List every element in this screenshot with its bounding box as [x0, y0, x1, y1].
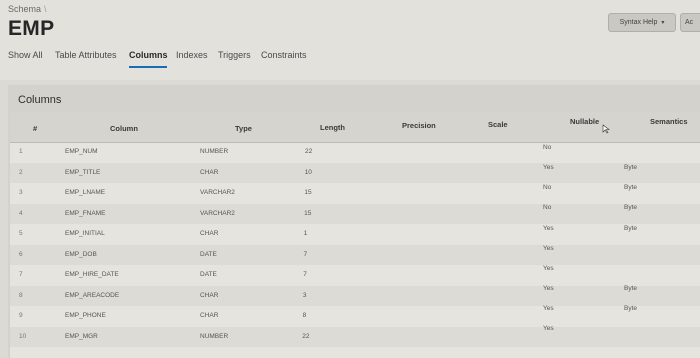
- table-row[interactable]: 10 EMP_MGR NUMBER 22 Yes: [10, 325, 700, 347]
- type-cell: CHAR: [200, 230, 219, 237]
- column-name-cell: EMP_AREACODE: [65, 291, 120, 299]
- type-cell: VARCHAR2: [200, 189, 235, 196]
- tab-columns[interactable]: Columns: [129, 50, 168, 60]
- nullable-cell: Yes: [543, 164, 554, 172]
- length-cell: 15: [304, 209, 312, 217]
- ac-button[interactable]: Ac: [680, 13, 700, 32]
- column-name-cell: EMP_NUM: [65, 148, 98, 155]
- breadcrumb-separator-icon: \: [44, 4, 47, 14]
- section-title: Columns: [18, 94, 62, 106]
- length-cell: 22: [305, 148, 313, 155]
- tab-table-attributes[interactable]: Table Attributes: [55, 50, 117, 60]
- column-name-cell: EMP_TITLE: [65, 168, 101, 176]
- row-number: 4: [19, 209, 23, 217]
- type-cell: NUMBER: [200, 148, 229, 155]
- table-row[interactable]: 7 EMP_HIRE_DATE DATE 7 Yes: [10, 265, 700, 285]
- table-row[interactable]: 3 EMP_LNAME VARCHAR2 15 No Byte: [10, 183, 700, 203]
- nullable-cell: Yes: [543, 325, 554, 333]
- column-name-cell: EMP_HIRE_DATE: [65, 271, 119, 278]
- tab-triggers[interactable]: Triggers: [218, 50, 251, 60]
- type-cell: CHAR: [200, 168, 219, 176]
- type-cell: CHAR: [200, 312, 219, 319]
- length-cell: 22: [302, 332, 310, 340]
- length-cell: 15: [304, 189, 312, 196]
- column-name-cell: EMP_LNAME: [65, 189, 106, 196]
- row-number: 5: [19, 230, 23, 237]
- semantics-cell: Byte: [624, 204, 638, 212]
- table-row[interactable]: 6 EMP_DOB DATE 7 Yes: [10, 244, 700, 265]
- tab-indexes[interactable]: Indexes: [176, 50, 208, 60]
- row-number: 6: [19, 250, 23, 258]
- header-bar: [0, 0, 700, 80]
- syntax-help-button[interactable]: Syntax Help ▾: [608, 13, 676, 32]
- column-name-cell: EMP_INITIAL: [65, 230, 105, 237]
- table-row[interactable]: 4 EMP_FNAME VARCHAR2 15 No Byte: [10, 203, 700, 224]
- type-cell: CHAR: [200, 291, 219, 299]
- row-number: 9: [19, 312, 23, 319]
- nullable-cell: No: [543, 204, 552, 212]
- table-row[interactable]: 5 EMP_INITIAL CHAR 1 Yes Byte: [10, 224, 700, 244]
- row-number: 7: [19, 271, 23, 278]
- chevron-down-icon: ▾: [661, 20, 665, 26]
- tab-show-all[interactable]: Show All: [8, 50, 43, 60]
- row-number: 2: [19, 168, 23, 176]
- mouse-pointer-icon: [602, 124, 610, 134]
- semantics-cell: Byte: [624, 305, 638, 313]
- nullable-cell: Yes: [543, 305, 554, 313]
- row-number: 10: [19, 332, 27, 340]
- nullable-cell: Yes: [543, 285, 554, 293]
- semantics-cell: Byte: [624, 184, 638, 192]
- length-cell: 7: [303, 250, 308, 258]
- row-number: 8: [19, 291, 23, 299]
- type-cell: NUMBER: [200, 332, 229, 340]
- length-cell: 1: [303, 230, 308, 237]
- row-number: 1: [19, 148, 23, 155]
- nullable-cell: Yes: [543, 264, 554, 272]
- ac-button-label: Ac: [685, 19, 694, 26]
- length-cell: 7: [303, 271, 307, 278]
- semantics-cell: Byte: [624, 285, 638, 293]
- nullable-cell: Yes: [543, 224, 554, 232]
- type-cell: VARCHAR2: [200, 209, 235, 217]
- active-tab-indicator: [129, 66, 167, 68]
- column-name-cell: EMP_DOB: [65, 250, 97, 258]
- page-title: EMP: [8, 17, 55, 40]
- nullable-cell: Yes: [543, 244, 554, 252]
- column-name-cell: EMP_MGR: [65, 332, 98, 340]
- syntax-help-label: Syntax Help: [619, 19, 658, 26]
- table-row[interactable]: 2 EMP_TITLE CHAR 10 Yes Byte: [10, 162, 700, 183]
- table-row[interactable]: 8 EMP_AREACODE CHAR 3 Yes Byte: [10, 285, 700, 306]
- semantics-cell: Byte: [624, 164, 638, 172]
- breadcrumb[interactable]: Schema \: [8, 4, 47, 14]
- type-cell: DATE: [200, 271, 217, 278]
- columns-table: # Column Type Length Precision Scale Nul…: [10, 112, 700, 358]
- table-row[interactable]: 9 EMP_PHONE CHAR 8 Yes Byte: [10, 305, 700, 326]
- tab-constraints[interactable]: Constraints: [261, 50, 307, 60]
- length-cell: 3: [302, 291, 307, 299]
- semantics-cell: Byte: [624, 224, 638, 232]
- breadcrumb-schema[interactable]: Schema: [8, 4, 41, 14]
- length-cell: 8: [302, 312, 307, 319]
- type-cell: DATE: [200, 250, 217, 258]
- row-number: 3: [19, 189, 23, 196]
- column-name-cell: EMP_FNAME: [65, 209, 106, 217]
- column-name-cell: EMP_PHONE: [65, 312, 106, 319]
- nullable-cell: No: [543, 144, 552, 151]
- length-cell: 10: [304, 168, 312, 176]
- nullable-cell: No: [543, 184, 552, 192]
- table-row[interactable]: 1 EMP_NUM NUMBER 22 No: [10, 142, 700, 162]
